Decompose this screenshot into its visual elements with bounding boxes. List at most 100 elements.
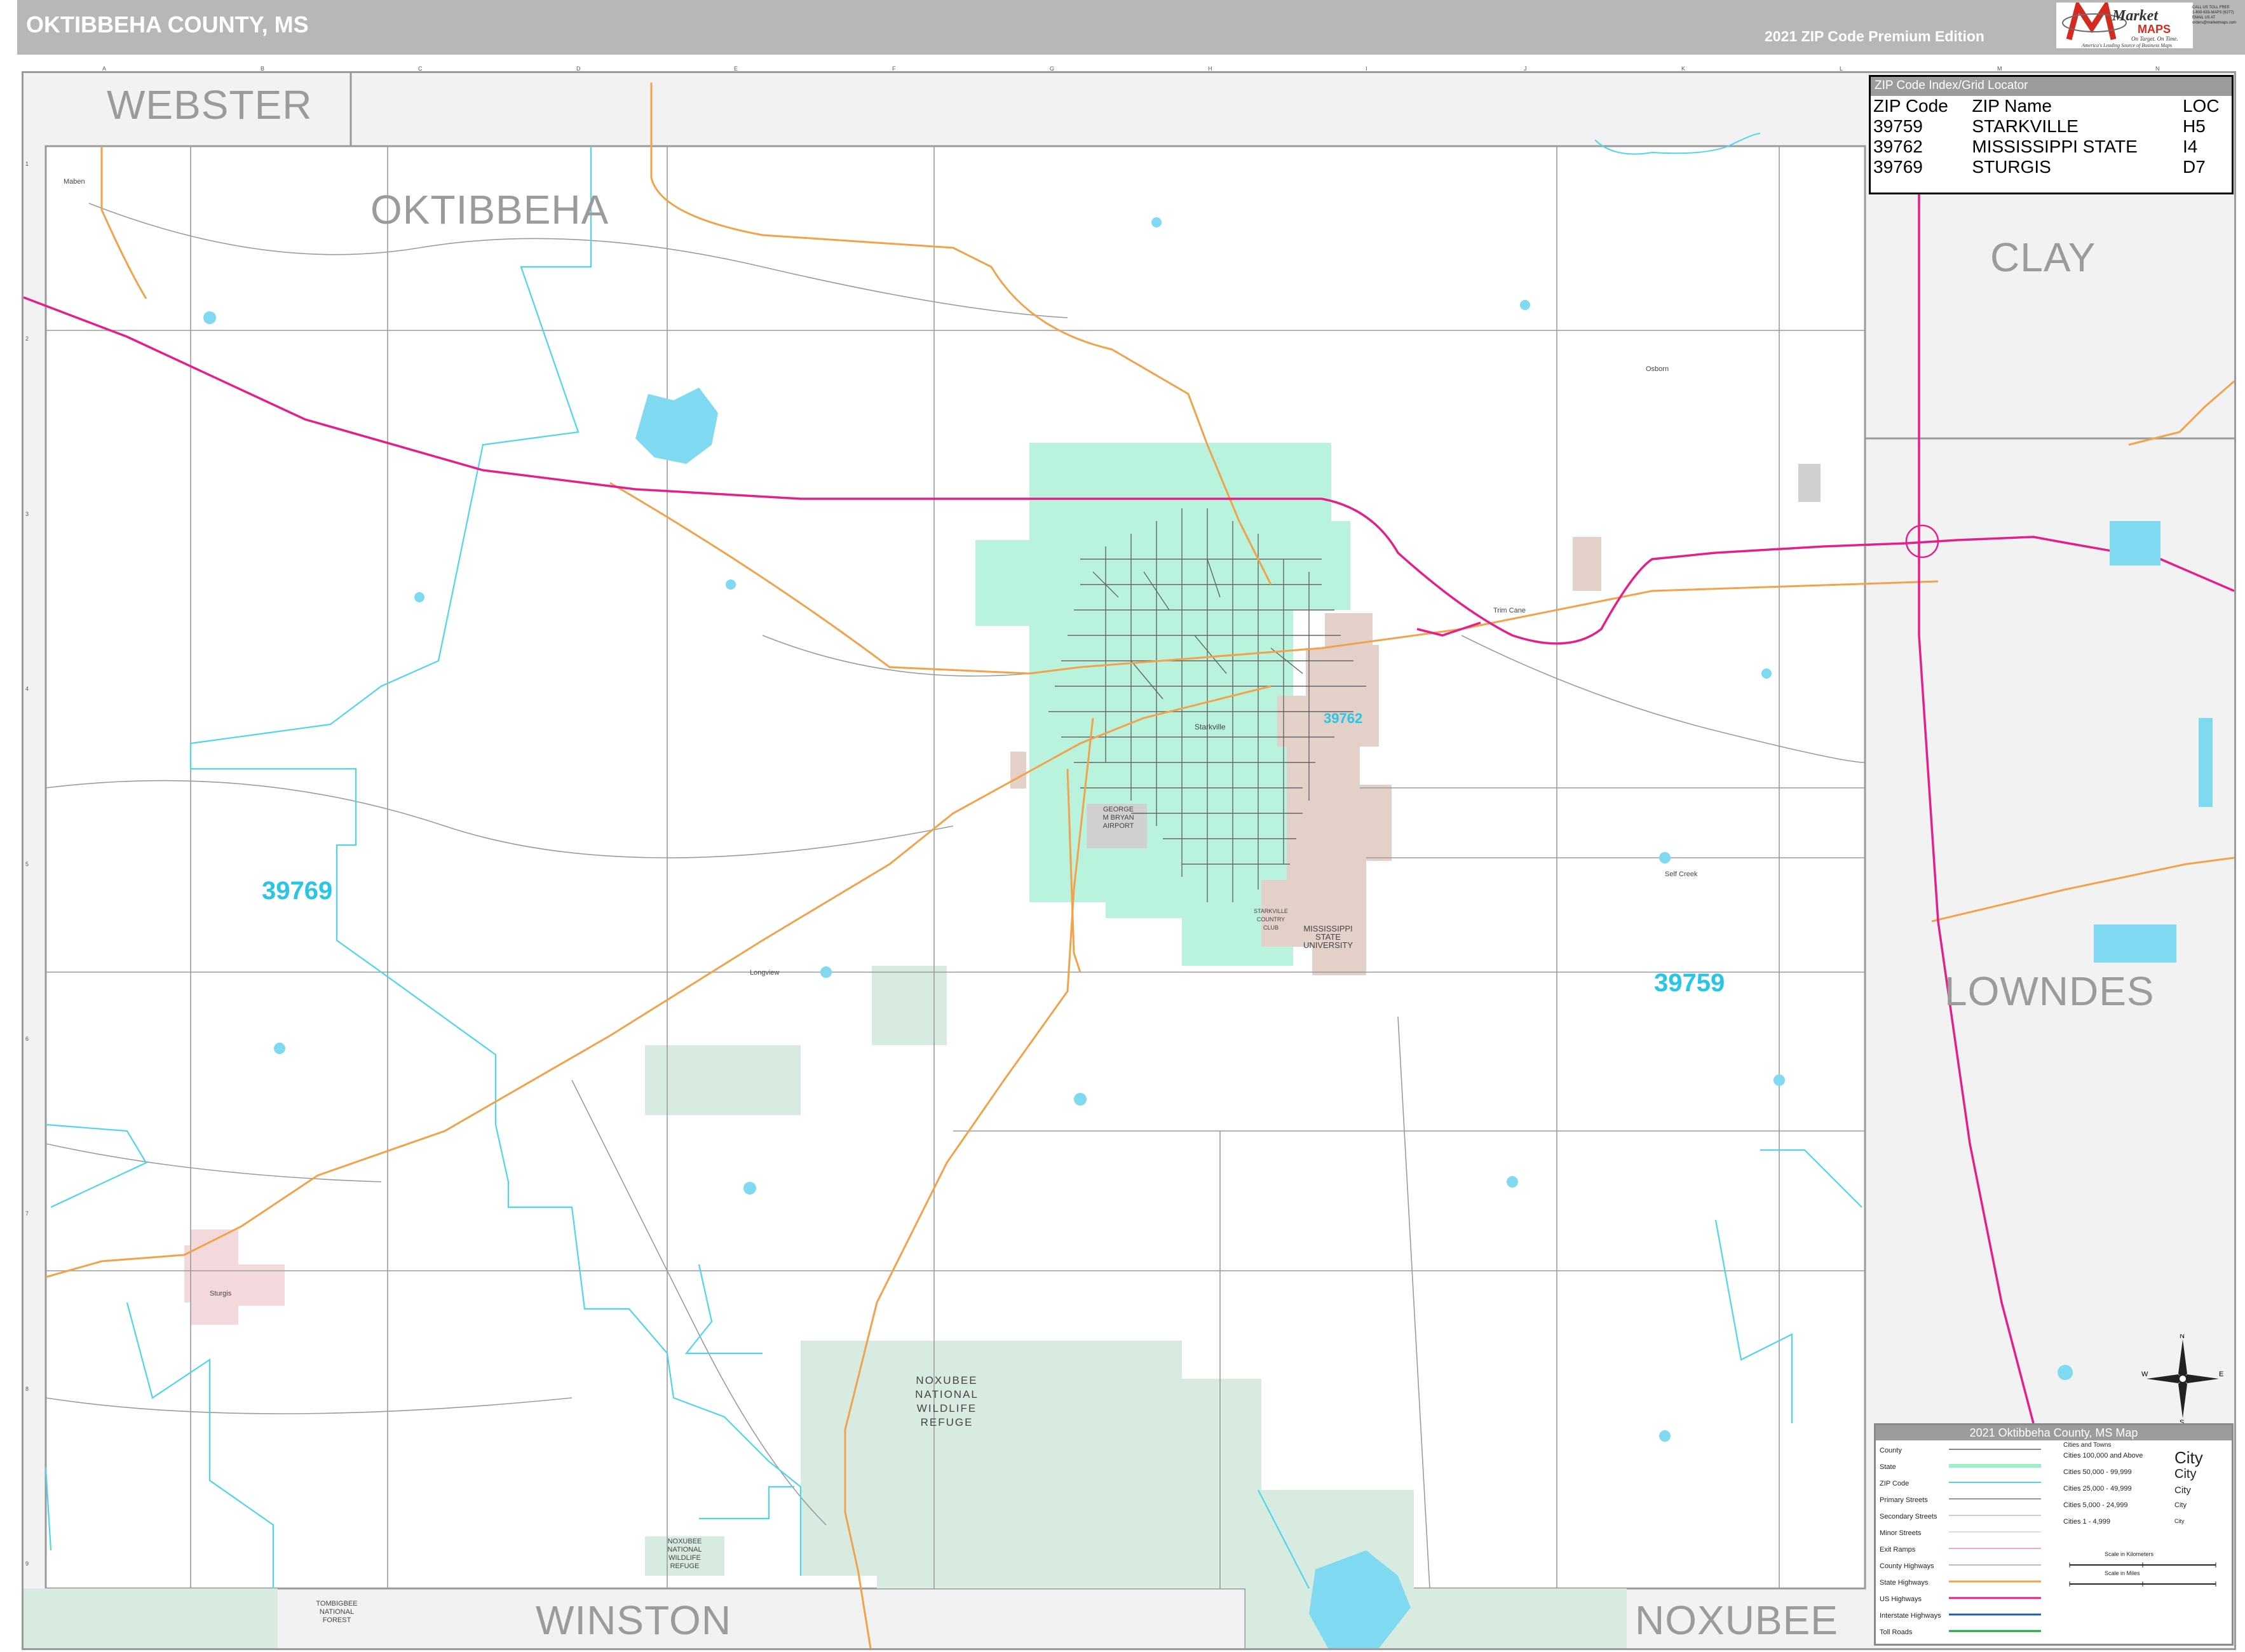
pond (1074, 1093, 1087, 1106)
zip-code-cell: 39759 (1873, 116, 1923, 136)
zip-label-39762: 39762 (1324, 710, 1363, 726)
market-maps-logo: Market MAPS On Target. On Time. America'… (2056, 3, 2193, 48)
grid-column-label: H (1208, 65, 1212, 72)
place-label-self-creek: Self Creek (1665, 870, 1698, 878)
place-label-msu: MISSISSIPPI STATE UNIVERSITY (1290, 924, 1366, 949)
legend-city-sample: City (2174, 1467, 2197, 1481)
place-label-tombigbee: TOMBIGBEE NATIONAL FOREST (299, 1600, 375, 1625)
compass-n: N (2180, 1334, 2185, 1340)
town-area (1573, 537, 1601, 591)
compass-rose-icon: N S W E (2141, 1334, 2223, 1423)
grid-row-label: 9 (25, 1561, 29, 1567)
legend-city-class: Cities 25,000 - 49,999 (2063, 1485, 2132, 1493)
legend-item: County Highways (1880, 1562, 1934, 1570)
country-club-line: CLUB (1263, 924, 1278, 931)
legend-city-class: Cities 5,000 - 24,999 (2063, 1501, 2128, 1509)
zip-name-cell: MISSISSIPPI STATE (1972, 137, 2138, 156)
grid-column-label: K (1681, 65, 1686, 72)
grid-row-label: 6 (25, 1036, 29, 1042)
place-label-country-club: STARKVILLE COUNTRY CLUB (1245, 907, 1296, 932)
contact-line: orders@marketmaps.com (2192, 21, 2237, 25)
legend-item: Primary Streets (1880, 1496, 1928, 1504)
grid-column-label: D (576, 65, 581, 72)
legend-item: State Highways (1880, 1579, 1929, 1587)
legend-swatches (1949, 1449, 2041, 1632)
airport-line: AIRPORT (1102, 822, 1134, 830)
tombigbee-line: FOREST (322, 1616, 351, 1624)
refuge-line: NOXUBEE (916, 1374, 978, 1386)
county-label-oktibbeha: OKTIBBEHA (370, 187, 609, 233)
refuge-small-line: REFUGE (670, 1562, 700, 1570)
refuge-south-polygon (1245, 1588, 1627, 1648)
grid-row-label: 4 (25, 686, 29, 692)
zip-index-box: ZIP Code Index/Grid Locator ZIP Code ZIP… (1869, 75, 2234, 194)
zip-index-col-header: ZIP Name (1972, 96, 2052, 116)
contact-line: EMAIL US AT (2192, 16, 2216, 20)
msu-line: UNIVERSITY (1303, 940, 1353, 950)
refuge-line: REFUGE (920, 1416, 973, 1428)
pond (1761, 668, 1772, 679)
legend-city-sample: City (2174, 1448, 2203, 1467)
header-bar: OKTIBBEHA COUNTY, MS 2021 ZIP Code Premi… (17, 0, 2245, 55)
county-label-lowndes: LOWNDES (1944, 968, 2155, 1014)
compass-s: S (2180, 1419, 2184, 1423)
logo-word-maps: MAPS (2138, 23, 2171, 36)
grid-row-label: 7 (25, 1210, 29, 1217)
grid-column-label: L (1840, 65, 1843, 72)
grid-column-label: N (2155, 65, 2160, 72)
place-label-trim-cane: Trim Cane (1493, 607, 1526, 614)
place-label-refuge-small: NOXUBEE NATIONAL WILDLIFE REFUGE (648, 1538, 721, 1571)
logo-subtagline: America's Leading Source of Business Map… (2081, 43, 2172, 48)
grid-row-label: 5 (25, 861, 29, 867)
county-label-noxubee: NOXUBEE (1635, 1597, 1838, 1643)
zip-index-col-header: ZIP Code (1873, 96, 1948, 116)
contact-line: CALL US TOLL FREE (2192, 6, 2230, 10)
legend-city-class: Cities 100,000 and Above (2063, 1452, 2143, 1459)
county-label-webster: WEBSTER (107, 82, 313, 128)
logo-word-market: Market (2112, 8, 2159, 24)
table-row: 39759 STARKVILLE H5 (1871, 116, 2232, 137)
logo-tagline: On Target. On Time. (2131, 36, 2178, 42)
grid-column-label: C (418, 65, 423, 72)
legend-item: Minor Streets (1880, 1529, 1922, 1537)
refuge-small-line: NOXUBEE (667, 1538, 702, 1545)
pond (414, 592, 424, 602)
grid-column-label: E (734, 65, 738, 72)
pond (1659, 1430, 1671, 1442)
grid-row-label: 8 (25, 1386, 29, 1392)
refuge-small-line: NATIONAL (667, 1546, 702, 1554)
table-row: 39769 STURGIS D7 (1871, 157, 2232, 177)
grid-column-label: A (102, 65, 107, 72)
county-label-winston: WINSTON (536, 1597, 732, 1643)
grid-row-label: 2 (25, 335, 29, 342)
legend-city-sample: City (2174, 1518, 2185, 1524)
legend-item: County (1880, 1447, 1902, 1454)
grid-row-label: 3 (25, 511, 29, 517)
edition-label: 2021 ZIP Code Premium Edition (1765, 28, 1984, 44)
compass-e: E (2219, 1371, 2223, 1378)
grid-row-label: 1 (25, 161, 29, 167)
lake (2110, 521, 2160, 565)
zip-code-cell: 39762 (1873, 137, 1923, 156)
pond (820, 966, 832, 978)
map-legend: 2021 Oktibbeha County, MS Map County Sta… (1874, 1423, 2234, 1646)
grid-column-label: B (261, 65, 265, 72)
pond (1520, 300, 1530, 310)
place-label-airport: GEORGE M BRYAN AIRPORT (1093, 806, 1144, 830)
grid-column-label: I (1366, 65, 1367, 72)
zip-name-cell: STURGIS (1972, 157, 2051, 177)
contact-line: 1-800-633-MAPS (6277) (2192, 11, 2234, 15)
grid-column-label: M (1997, 65, 2002, 72)
pond (2058, 1365, 2073, 1380)
legend-city-sample: City (2174, 1501, 2187, 1509)
refuge-line: NATIONAL (915, 1388, 979, 1400)
legend-item: US Highways (1880, 1595, 1922, 1603)
grid-column-label: F (892, 65, 896, 72)
pond (1507, 1176, 1518, 1188)
county-map (24, 73, 2234, 1648)
pond (1774, 1074, 1785, 1086)
legend-city-class: Cities 50,000 - 99,999 (2063, 1468, 2132, 1476)
tombigbee-forest-polygon (24, 1588, 278, 1648)
country-club-line: COUNTRY (1256, 916, 1285, 923)
place-label-starkville: Starkville (1195, 722, 1226, 731)
